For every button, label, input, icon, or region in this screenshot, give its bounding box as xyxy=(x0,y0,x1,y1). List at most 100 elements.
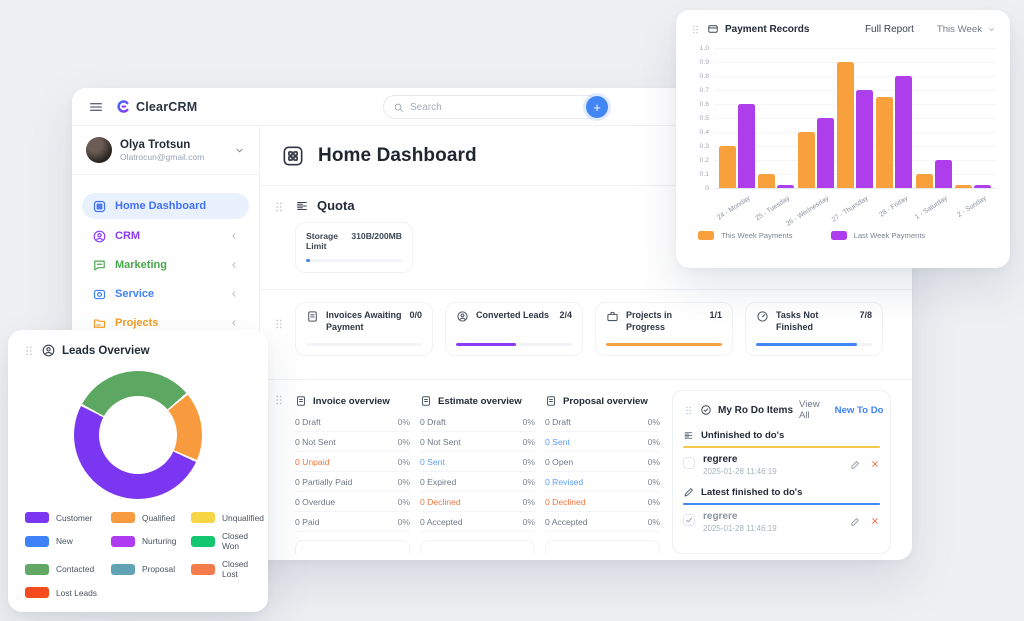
proposal-overview-column: Proposal overview0 Draft0%0 Sent0%0 Open… xyxy=(545,390,660,560)
leads-legend-item-customer[interactable]: Customer xyxy=(25,512,107,523)
drag-handle-icon[interactable] xyxy=(23,345,35,357)
search-bar[interactable] xyxy=(383,95,600,119)
todo-card: My Ro Do Items View All New To Do Unfini… xyxy=(672,390,891,554)
overview-row-value: 0% xyxy=(398,437,410,447)
quota-icon xyxy=(295,199,309,213)
view-all-link[interactable]: View All xyxy=(799,399,820,421)
bar-last-week-payments[interactable] xyxy=(895,76,912,188)
edit-icon[interactable] xyxy=(850,459,861,470)
storage-progress-bar xyxy=(306,259,402,262)
bar-last-week-payments[interactable] xyxy=(817,118,834,188)
legend-item-this-week-payments[interactable]: This Week Payments xyxy=(698,231,793,240)
stat-card-projects-in-progress[interactable]: Projects in Progress1/1 xyxy=(595,302,733,356)
chevron-left-icon xyxy=(229,318,239,328)
next-card-preview xyxy=(295,540,410,554)
overview-title: Invoice overview xyxy=(313,396,390,407)
stat-value: 1/1 xyxy=(709,310,722,320)
bar-group-26-wednesday[interactable] xyxy=(798,118,834,188)
leads-legend-item-closed-won[interactable]: Closed Won xyxy=(191,531,264,551)
overview-row-value: 0% xyxy=(648,417,660,427)
sidebar-item-marketing[interactable]: Marketing xyxy=(82,253,249,277)
bar-this-week-payments[interactable] xyxy=(719,146,736,188)
stat-card-tasks-not-finished[interactable]: Tasks Not Finished7/8 xyxy=(745,302,883,356)
leads-legend-item-unqualified[interactable]: Unqualified xyxy=(191,512,264,523)
bar-group-27-thursday[interactable] xyxy=(837,62,873,188)
bar-last-week-payments[interactable] xyxy=(738,104,755,188)
leads-legend-item-contacted[interactable]: Contacted xyxy=(25,559,107,579)
drag-handle-icon[interactable] xyxy=(273,394,285,406)
search-input[interactable] xyxy=(410,102,590,113)
drag-handle-icon[interactable] xyxy=(273,318,285,330)
bar-this-week-payments[interactable] xyxy=(916,174,933,188)
leads-legend-item-qualified[interactable]: Qualified xyxy=(111,512,187,523)
bar-this-week-payments[interactable] xyxy=(876,97,893,188)
bar-last-week-payments[interactable] xyxy=(935,160,952,188)
todo-checkbox-checked[interactable] xyxy=(683,514,695,526)
bar-group-25-tuesday[interactable] xyxy=(758,174,794,188)
full-report-link[interactable]: Full Report xyxy=(865,24,914,35)
bar-last-week-payments[interactable] xyxy=(777,185,794,188)
bar-this-week-payments[interactable] xyxy=(837,62,854,188)
sidebar-item-label: Service xyxy=(115,288,221,300)
leads-legend-item-new[interactable]: New xyxy=(25,531,107,551)
overview-row-label: 0 Overdue xyxy=(295,497,335,507)
invoice-overview-column: Invoice overview0 Draft0%0 Not Sent0%0 U… xyxy=(295,390,410,560)
chevron-left-icon xyxy=(229,289,239,299)
sidebar-item-home-dashboard[interactable]: Home Dashboard xyxy=(82,193,249,219)
hamburger-menu-icon[interactable] xyxy=(88,99,104,115)
overview-row-label: 0 Declined xyxy=(545,497,586,507)
app-logo-text: ClearCRM xyxy=(136,100,197,114)
bar-last-week-payments[interactable] xyxy=(856,90,873,188)
leads-legend-item-closed-lost[interactable]: Closed Lost xyxy=(191,559,264,579)
overview-row-value: 0% xyxy=(523,417,535,427)
bar-group-28-friday[interactable] xyxy=(876,76,912,188)
x-tick-label: 25 - Tuesday xyxy=(754,195,791,222)
sidebar-item-service[interactable]: Service xyxy=(82,282,249,306)
bar-this-week-payments[interactable] xyxy=(955,185,972,188)
new-todo-link[interactable]: New To Do xyxy=(835,405,884,416)
add-button[interactable]: + xyxy=(586,96,608,118)
stat-card-converted-leads[interactable]: Converted Leads2/4 xyxy=(445,302,583,356)
legend-item-last-week-payments[interactable]: Last Week Payments xyxy=(831,231,926,240)
drag-handle-icon[interactable] xyxy=(683,405,694,416)
overview-row-value: 0% xyxy=(523,457,535,467)
drag-handle-icon[interactable] xyxy=(690,24,701,35)
todo-title: My Ro Do Items xyxy=(718,405,793,416)
overview-row: 0 Sent0% xyxy=(420,452,535,472)
edit-icon[interactable] xyxy=(850,516,861,527)
file-icon xyxy=(295,395,307,407)
overview-row-value: 0% xyxy=(398,417,410,427)
legend-label: Last Week Payments xyxy=(854,231,926,240)
drag-handle-icon[interactable] xyxy=(273,201,285,213)
todo-checkbox[interactable] xyxy=(683,457,695,469)
bar-this-week-payments[interactable] xyxy=(798,132,815,188)
service-icon xyxy=(92,287,107,302)
legend-swatch xyxy=(25,587,49,598)
week-range-dropdown[interactable]: This Week xyxy=(937,24,996,35)
overview-row: 0 Partially Paid0% xyxy=(295,472,410,492)
leads-donut-chart xyxy=(74,371,202,499)
bar-group-24-monday[interactable] xyxy=(719,104,755,188)
leads-legend-item-proposal[interactable]: Proposal xyxy=(111,559,187,579)
stat-card-invoices-awaiting-payment[interactable]: Invoices Awaiting Payment0/0 xyxy=(295,302,433,356)
legend-swatch xyxy=(111,512,135,523)
delete-icon[interactable] xyxy=(870,516,880,526)
user-profile[interactable]: Olya Trotsun Olatrocun@gmail.com xyxy=(72,126,259,175)
leads-legend-item-lost-leads[interactable]: Lost Leads xyxy=(25,587,107,598)
sidebar-item-label: Home Dashboard xyxy=(115,200,239,212)
overview-row-value: 0% xyxy=(398,457,410,467)
overview-row: 0 Sent0% xyxy=(545,432,660,452)
y-tick-label: 0.9 xyxy=(700,59,709,66)
delete-icon[interactable] xyxy=(870,459,880,469)
overview-row: 0 Draft0% xyxy=(420,412,535,432)
bar-group-1-saturday[interactable] xyxy=(916,160,952,188)
leads-legend-item-nurturing[interactable]: Nurturing xyxy=(111,531,187,551)
legend-label: This Week Payments xyxy=(721,231,793,240)
bar-group-2-sunday[interactable] xyxy=(955,185,991,188)
unfinished-list-icon xyxy=(683,430,694,441)
stat-label: Invoices Awaiting Payment xyxy=(326,310,402,333)
payment-records-panel: Payment Records Full Report This Week 1.… xyxy=(676,10,1010,268)
bar-this-week-payments[interactable] xyxy=(758,174,775,188)
bar-last-week-payments[interactable] xyxy=(974,185,991,188)
sidebar-item-crm[interactable]: CRM xyxy=(82,224,249,248)
